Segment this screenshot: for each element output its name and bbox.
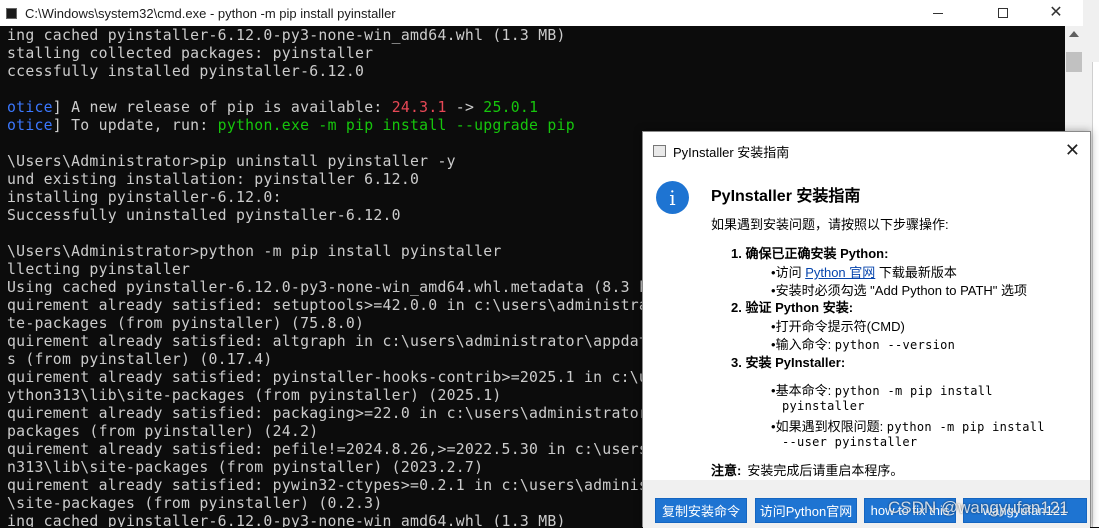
dialog-titlebar[interactable]: PyInstaller 安装指南 ✕: [643, 132, 1090, 170]
minimize-icon: [933, 12, 943, 14]
notice-tag: otice: [7, 117, 53, 134]
notice-arrow: ->: [446, 99, 484, 116]
console-line: ing cached pyinstaller-6.12.0-py3-none-w…: [7, 27, 566, 44]
console-line: quirement already satisfied: setuptools>…: [7, 297, 658, 314]
dialog-title: PyInstaller 安装指南: [673, 144, 790, 160]
step-3-bullet-1: •基本命令: python -m pip install: [771, 380, 993, 399]
console-line: te-packages (from pyinstaller) (75.8.0): [7, 315, 365, 332]
notice-text: A new release of pip is available:: [61, 99, 392, 116]
dialog-body: i PyInstaller 安装指南 如果遇到安装问题，请按照以下步骤操作: 1…: [643, 170, 1090, 480]
console-line: n313\lib\site-packages (from pyinstaller…: [7, 459, 484, 476]
step-2: 2. 验证 Python 安装:: [731, 300, 854, 315]
bullet-text: 打开命令提示符(CMD): [775, 319, 905, 334]
notice-bracket: ]: [52, 117, 62, 134]
info-icon: i: [656, 181, 689, 214]
console-line: \Users\Administrator>python -m pip insta…: [7, 243, 502, 260]
scroll-up-arrow-icon[interactable]: [1069, 31, 1079, 37]
step-1: 1. 确保已正确安装 Python:: [731, 246, 889, 261]
console-line: ing cached pyinstaller-6.12.0-py3-none-w…: [7, 513, 566, 527]
bullet-code: python --version: [834, 338, 956, 352]
bullet-text: 如果遇到权限问题:: [775, 419, 887, 434]
console-line: \Users\Administrator>pip uninstall pyins…: [7, 153, 456, 170]
pip-update-line: otice] To update, run: python.exe -m pip…: [7, 117, 575, 135]
pyinstaller-guide-dialog: PyInstaller 安装指南 ✕ i PyInstaller 安装指南 如果…: [642, 131, 1091, 528]
scroll-thumb[interactable]: [1066, 52, 1082, 72]
python-website-link[interactable]: Python 官网: [805, 265, 875, 280]
dialog-intro: 如果遇到安装问题，请按照以下步骤操作:: [711, 217, 949, 232]
window-title: C:\Windows\system32\cmd.exe - python -m …: [25, 5, 396, 21]
console-line: stalling collected packages: pyinstaller: [7, 45, 374, 62]
cmd-app-icon: [6, 7, 17, 19]
old-version: 24.3.1: [391, 99, 447, 116]
step-3-bullet-2-continued: --user pyinstaller: [782, 435, 918, 449]
note-label: 注意:: [711, 463, 742, 478]
maximize-icon: [998, 8, 1008, 18]
step-3: 3. 安装 PyInstaller:: [731, 355, 846, 370]
note-text: 安装完成后请重启本程序。: [747, 463, 904, 478]
console-line: quirement already satisfied: pefile!=202…: [7, 441, 658, 458]
copy-install-command-button[interactable]: 复制安装命令: [655, 498, 747, 523]
console-line: quirement already satisfied: pyinstaller…: [7, 369, 658, 386]
console-line: installing pyinstaller-6.12.0:: [7, 189, 282, 206]
close-button[interactable]: ✕: [1033, 0, 1079, 26]
console-line: \site-packages (from pyinstaller) (0.2.3…: [7, 495, 383, 512]
dialog-note: 注意: 安装完成后请重启本程序。: [711, 460, 903, 479]
csdn-watermark: CSDN @wangyufan121: [888, 498, 1069, 517]
close-icon: ✕: [1049, 4, 1063, 21]
step-1-bullet-1: •访问 Python 官网 下载最新版本: [771, 262, 957, 281]
console-line: ccessfully installed pyinstaller-6.12.0: [7, 63, 365, 80]
update-command: python.exe -m pip install --upgrade pip: [217, 117, 575, 134]
console-line: ython313\lib\site-packages (from pyinsta…: [7, 387, 502, 404]
notice-tag: otice: [7, 99, 53, 116]
dialog-app-icon: [653, 145, 666, 157]
bullet-text: 基本命令:: [775, 383, 835, 398]
console-line: quirement already satisfied: pywin32-cty…: [7, 477, 658, 494]
bullet-text: 安装时必须勾选 "Add Python to PATH" 选项: [775, 283, 1028, 298]
pip-notice-line: otice] A new release of pip is available…: [7, 99, 538, 117]
step-3-bullet-2: •如果遇到权限问题: python -m pip install: [771, 416, 1045, 435]
notice-text: To update, run:: [61, 117, 218, 134]
bullet-text: 访问: [775, 265, 806, 280]
console-line: s (from pyinstaller) (0.17.4): [7, 351, 273, 368]
console-line: Successfully uninstalled pyinstaller-6.1…: [7, 207, 401, 224]
console-line: llecting pyinstaller: [7, 261, 191, 278]
cmd-titlebar[interactable]: C:\Windows\system32\cmd.exe - python -m …: [0, 0, 1083, 26]
step-3-bullet-1-continued: pyinstaller: [782, 399, 865, 413]
console-line: packages (from pyinstaller) (24.2): [7, 423, 319, 440]
console-line: quirement already satisfied: packaging>=…: [7, 405, 658, 422]
step-2-bullet-2: •输入命令: python --version: [771, 334, 955, 353]
maximize-button[interactable]: [980, 0, 1026, 26]
minimize-button[interactable]: [915, 0, 961, 26]
bullet-text: 下载最新版本: [875, 265, 957, 280]
bullet-text: 输入命令:: [775, 337, 835, 352]
console-line: Using cached pyinstaller-6.12.0-py3-none…: [7, 279, 667, 296]
visit-python-website-button[interactable]: 访问Python官网: [755, 498, 857, 523]
new-version: 25.0.1: [483, 99, 539, 116]
console-line: und existing installation: pyinstaller 6…: [7, 171, 420, 188]
notice-bracket: ]: [52, 99, 62, 116]
console-line: quirement already satisfied: altgraph in…: [7, 333, 658, 350]
step-2-bullet-1: •打开命令提示符(CMD): [771, 316, 905, 335]
background-window-edge: [1092, 62, 1099, 527]
bullet-code: python -m pip install: [834, 384, 993, 398]
dialog-heading: PyInstaller 安装指南: [711, 188, 861, 205]
bullet-code: python -m pip install: [886, 420, 1045, 434]
dialog-close-button[interactable]: ✕: [1065, 141, 1080, 159]
